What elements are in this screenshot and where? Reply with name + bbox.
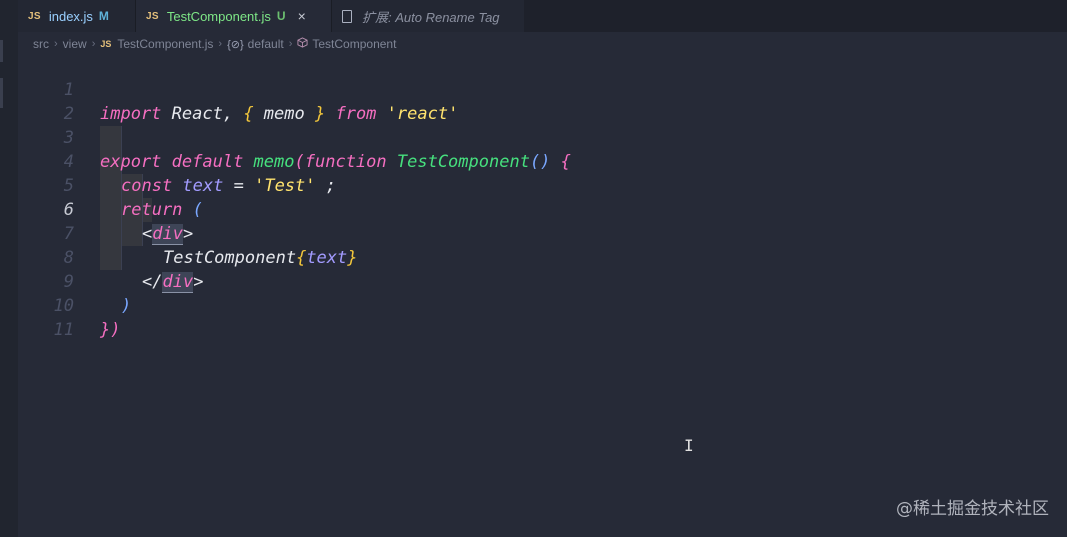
code-line: 11 xyxy=(18,294,1067,340)
component-cube-icon xyxy=(297,37,308,51)
code-line: 10 }) xyxy=(18,270,1067,340)
breadcrumb-item-view[interactable]: view xyxy=(63,37,87,51)
code-line: 3 export default memo(function TestCompo… xyxy=(18,102,1067,172)
code-line: 7 TestComponent{text} xyxy=(18,198,1067,268)
js-file-icon: JS xyxy=(28,10,41,22)
js-file-icon: JS xyxy=(100,39,112,49)
code-line: 5 return ( xyxy=(18,150,1067,220)
editor-window: JS index.js M JS TestComponent.js U × 扩展… xyxy=(0,0,1067,537)
breadcrumb-item-src[interactable]: src xyxy=(33,37,49,51)
breadcrumb-item-file[interactable]: TestComponent.js xyxy=(117,37,213,51)
tab-label: index.js xyxy=(48,8,93,24)
symbol-variable-icon: {⊘} xyxy=(227,38,244,51)
git-status-badge: M xyxy=(98,9,109,23)
git-status-badge: U xyxy=(276,9,286,23)
mouse-ibeam-cursor: I xyxy=(684,436,694,455)
code-text: }) xyxy=(100,320,121,340)
code-line: 4 const text = 'Test' ; xyxy=(18,126,1067,196)
line-number: 11 xyxy=(53,320,74,340)
code-line: 8 </div> xyxy=(18,222,1067,293)
close-icon[interactable]: × xyxy=(298,8,306,24)
code-line: 2 xyxy=(18,78,1067,124)
breadcrumb: src › view › JS TestComponent.js › {⊘} d… xyxy=(33,34,396,54)
tab-index-js[interactable]: JS index.js M xyxy=(18,0,136,32)
code-line: 9 ) xyxy=(18,246,1067,316)
js-file-icon: JS xyxy=(146,10,159,22)
file-icon xyxy=(342,9,352,23)
activity-indicator xyxy=(0,40,3,62)
chevron-right-icon: › xyxy=(218,38,223,50)
chevron-right-icon: › xyxy=(54,38,58,50)
breadcrumb-item-component[interactable]: TestComponent xyxy=(312,37,396,51)
chevron-right-icon: › xyxy=(288,38,293,50)
tab-bar: JS index.js M JS TestComponent.js U × 扩展… xyxy=(18,0,1067,32)
tab-label: TestComponent.js xyxy=(166,8,271,24)
tab-extension-auto-rename-tag[interactable]: 扩展: Auto Rename Tag xyxy=(332,0,524,32)
activity-indicator xyxy=(0,78,3,108)
tab-label: 扩展: Auto Rename Tag xyxy=(362,9,500,25)
chevron-right-icon: › xyxy=(91,38,96,50)
code-editor[interactable]: 1 import React, { memo } from 'react' 2 … xyxy=(18,54,1067,537)
breadcrumb-item-default[interactable]: default xyxy=(248,37,284,51)
code-line-current: 6 <div> xyxy=(18,174,1067,245)
activity-bar-edge xyxy=(0,0,18,537)
code-line: 1 import React, { memo } from 'react' xyxy=(18,54,1067,124)
tab-test-component-js[interactable]: JS TestComponent.js U × xyxy=(136,0,332,32)
watermark: @稀土掘金技术社区 xyxy=(896,499,1049,519)
